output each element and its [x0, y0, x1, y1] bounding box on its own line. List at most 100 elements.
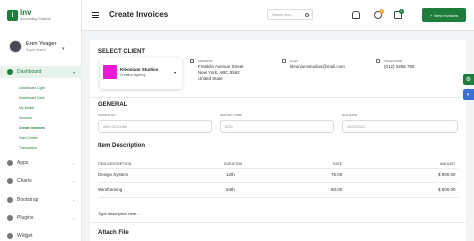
sub-item-card-center[interactable]: Card Center	[19, 136, 38, 140]
plus-icon: +	[429, 12, 433, 18]
sub-item-my-wallet[interactable]: My Wallet	[19, 106, 34, 110]
invoice-no-input[interactable]: #INV-32311458	[98, 120, 212, 133]
item-rate: 75.00	[331, 172, 343, 177]
sidebar-item-plugins[interactable]: Plugins ›	[0, 212, 82, 224]
widget-icon	[7, 233, 13, 239]
sidebar-item-label: Dashboard	[17, 69, 42, 75]
due-date-field: DUE DATE 10/20/2023	[342, 113, 458, 133]
chart-icon	[7, 178, 13, 184]
sidebar: i inv Accounting Solution Eren Yeager Su…	[0, 0, 82, 241]
chevron-right-icon: ›	[73, 160, 75, 166]
sub-item-invoices[interactable]: Invoices	[19, 116, 32, 120]
new-invoices-button[interactable]: + New Invoices	[422, 8, 466, 22]
divider	[98, 197, 458, 198]
chat-icon[interactable]: 1	[374, 9, 384, 19]
column-header: ITEM DESCRIPTION	[98, 162, 132, 166]
item-duration: 64th	[226, 187, 235, 192]
chevron-right-icon: ›	[73, 178, 75, 184]
column-header: AMOUNT	[440, 162, 456, 166]
email-icon	[282, 59, 286, 63]
chevron-down-icon: ▾	[73, 69, 76, 75]
item-amount: $ 900.00	[438, 172, 456, 177]
chevron-right-icon: ›	[73, 215, 75, 221]
divider	[98, 168, 458, 169]
sub-item-create-invoices[interactable]: Create Invoices	[19, 126, 45, 130]
address-line: Franklin Avenue Street	[198, 64, 244, 69]
attach-file-title: Attach File	[98, 230, 129, 236]
email-label: Email	[290, 59, 298, 63]
item-description: Design System	[98, 172, 129, 177]
sidebar-item-charts[interactable]: Charts ›	[0, 175, 82, 187]
notification-badge: 1	[379, 9, 384, 14]
sidebar-item-bootstrap[interactable]: Bootstrap ›	[0, 194, 82, 206]
email-value: kleoniumstudios@mail.com	[290, 64, 345, 69]
chevron-down-icon[interactable]: ▾	[62, 46, 65, 52]
bell-icon[interactable]	[352, 11, 360, 19]
amount-field: AMOUNT (USD) $200	[220, 113, 334, 133]
brand-tagline: Accounting Solution	[20, 17, 51, 21]
sidebar-item-widget[interactable]: Widget	[0, 230, 82, 241]
sub-item-dashboard-dark[interactable]: Dashboard Dark	[19, 96, 44, 100]
client-select[interactable]: Kleonium Studios Creative Agency ▾	[100, 58, 182, 89]
header: Create Invoices Search here... 1 2 + New…	[82, 0, 474, 31]
sidebar-item-label: Apps	[17, 160, 29, 166]
client-address: ADDRESS Franklin Avenue Street New York,…	[190, 59, 244, 81]
plugin-icon	[7, 215, 13, 221]
sidebar-item-label: Bootstrap	[17, 197, 39, 203]
theme-icon[interactable]: ◐	[463, 89, 474, 100]
amount-label: AMOUNT (USD)	[220, 113, 243, 117]
divider	[90, 97, 466, 98]
sidebar-item-label: Plugins	[17, 215, 34, 221]
client-email: Email kleoniumstudios@mail.com	[282, 59, 345, 69]
chevron-down-icon: ▾	[174, 70, 177, 75]
client-phone: TELEPHONE (012) 3456 789	[376, 59, 415, 69]
phone-label: TELEPHONE	[384, 59, 403, 63]
divider	[90, 222, 466, 223]
select-client-title: SELECT CLIENT	[98, 49, 146, 55]
address-line: New York, ABC 5562	[198, 70, 240, 75]
home-icon	[7, 69, 13, 75]
apps-icon	[7, 160, 13, 166]
description-textarea[interactable]: Type description here...	[98, 211, 140, 216]
phone-icon	[376, 59, 380, 63]
invoice-no-label: INVOICE NO	[98, 113, 116, 117]
address-label: ADDRESS	[198, 59, 213, 63]
avatar	[9, 40, 22, 53]
column-header: DURATION	[224, 162, 243, 166]
item-duration: 12th	[226, 172, 235, 177]
sidebar-item-label: Widget	[17, 233, 33, 239]
item-description-title: Item Description	[98, 143, 146, 149]
sub-item-dashboard-light[interactable]: Dashboard Light	[19, 86, 45, 90]
divider	[98, 182, 458, 183]
cart-icon[interactable]: 2	[394, 9, 404, 19]
due-date-label: DUE DATE	[342, 113, 357, 117]
general-title: GENERAL	[98, 102, 128, 108]
bootstrap-icon	[7, 197, 13, 203]
profile[interactable]: Eren Yeager Super Admin	[9, 40, 56, 53]
sub-item-transaction[interactable]: Transaction	[19, 146, 37, 150]
search-input[interactable]: Search here...	[267, 9, 313, 20]
invoice-no-field: INVOICE NO #INV-32311458	[98, 113, 212, 133]
brand-name: inv	[20, 8, 32, 17]
sidebar-item-dashboard[interactable]: Dashboard ▾	[0, 66, 82, 78]
logo-mark-icon: i	[7, 9, 18, 21]
client-logo	[103, 65, 117, 79]
column-header: RATE	[333, 162, 343, 166]
search-icon[interactable]	[305, 13, 309, 17]
sidebar-item-label: Charts	[17, 178, 32, 184]
amount-input[interactable]: $200	[220, 120, 334, 133]
settings-icon[interactable]: ⚙	[463, 74, 474, 85]
client-type: Creative Agency	[120, 73, 146, 77]
invoice-form-card: SELECT CLIENT Kleonium Studios Creative …	[90, 40, 466, 241]
item-amount: $ 600.00	[438, 187, 456, 192]
profile-role: Super Admin	[26, 48, 47, 52]
logo[interactable]: i inv Accounting Solution	[7, 9, 51, 21]
search-placeholder: Search here...	[272, 13, 294, 17]
menu-icon[interactable]	[92, 12, 99, 18]
sidebar-item-apps[interactable]: Apps ›	[0, 157, 82, 169]
due-date-input[interactable]: 10/20/2023	[342, 120, 458, 133]
new-invoices-label: New Invoices	[434, 12, 459, 18]
profile-name: Eren Yeager	[26, 41, 57, 47]
chevron-right-icon: ›	[73, 197, 75, 203]
notification-badge: 2	[399, 9, 404, 14]
